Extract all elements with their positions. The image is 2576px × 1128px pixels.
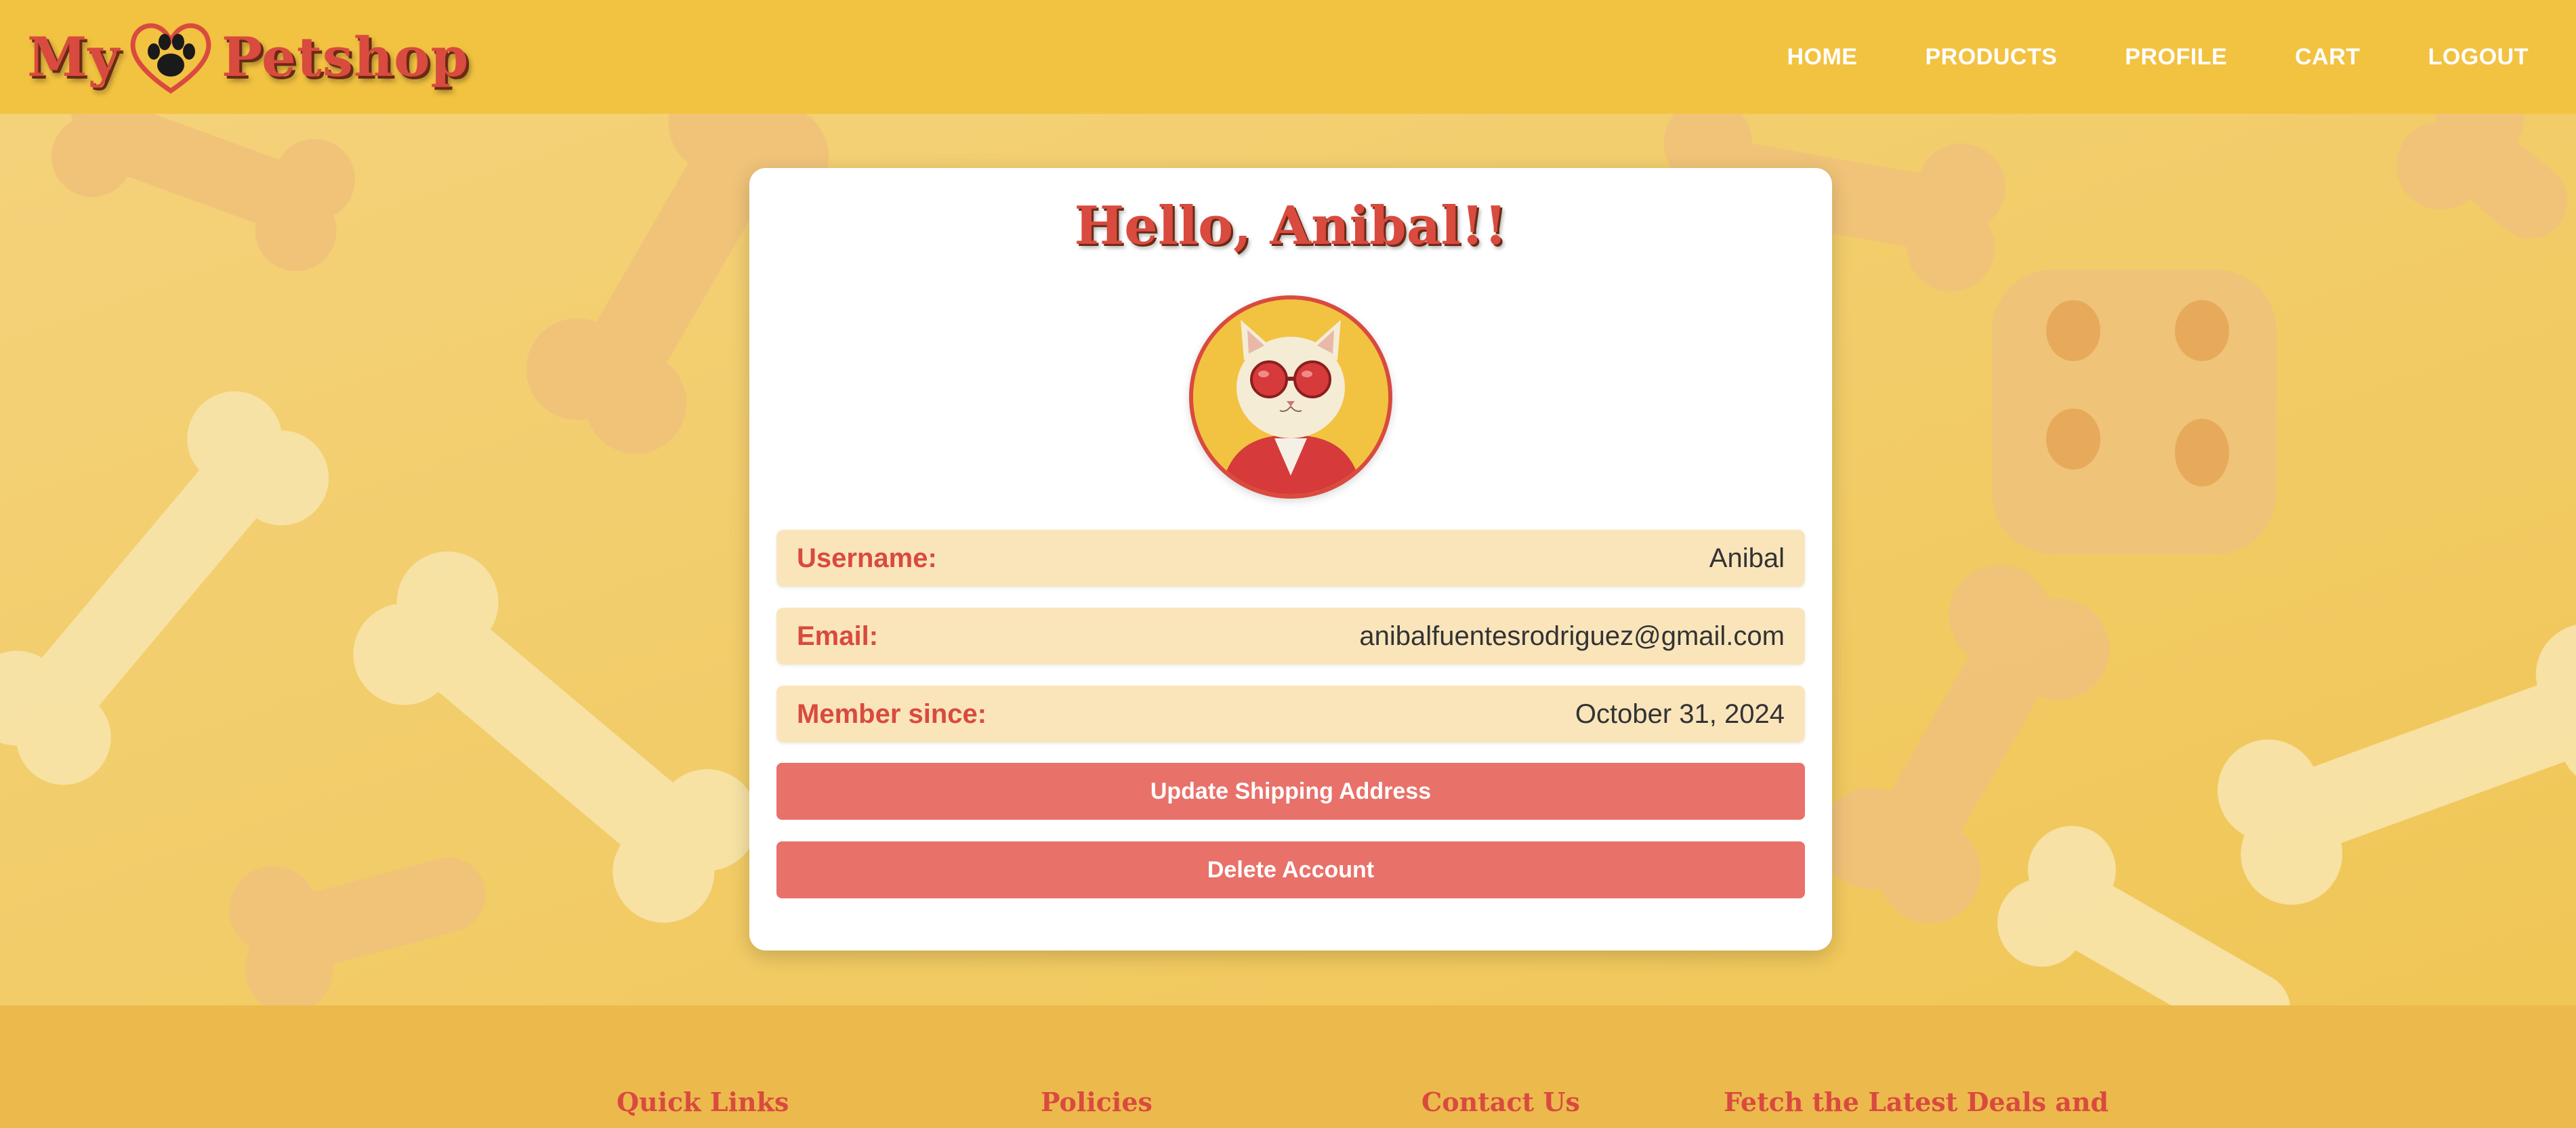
nav-logout[interactable]: LOGOUT bbox=[2428, 44, 2529, 70]
username-label: Username: bbox=[797, 543, 937, 573]
email-label: Email: bbox=[797, 621, 879, 651]
user-avatar bbox=[1189, 295, 1392, 499]
nav-profile[interactable]: PROFILE bbox=[2125, 44, 2227, 70]
greeting-title: Hello, Anibal!! bbox=[1074, 195, 1508, 257]
site-logo[interactable]: My Petshop bbox=[27, 0, 469, 114]
site-header: My Petshop HOME PRODUCTS PROFILE CART LO… bbox=[0, 0, 2576, 114]
member-since-row: Member since: October 31, 2024 bbox=[776, 686, 1805, 743]
delete-account-button[interactable]: Delete Account bbox=[776, 841, 1805, 898]
username-row: Username: Anibal bbox=[776, 530, 1805, 587]
username-value: Anibal bbox=[1709, 543, 1785, 573]
email-row: Email: anibalfuentesrodriguez@gmail.com bbox=[776, 608, 1805, 665]
member-since-value: October 31, 2024 bbox=[1575, 698, 1785, 729]
heart-paw-icon bbox=[130, 23, 211, 94]
profile-card: Hello, Anibal!! Username: Anibal Email: … bbox=[749, 168, 1832, 951]
member-since-label: Member since: bbox=[797, 698, 987, 729]
footer-policies-title: Policies bbox=[1041, 1087, 1152, 1117]
update-shipping-address-button[interactable]: Update Shipping Address bbox=[776, 763, 1805, 820]
footer-quick-links-title: Quick Links bbox=[617, 1087, 789, 1117]
email-value: anibalfuentesrodriguez@gmail.com bbox=[1359, 621, 1785, 651]
nav-home[interactable]: HOME bbox=[1787, 44, 1857, 70]
logo-text-petshop: Petshop bbox=[222, 25, 470, 89]
nav-cart[interactable]: CART bbox=[2295, 44, 2360, 70]
logo-text-my: My bbox=[27, 25, 121, 89]
cat-with-sunglasses-avatar bbox=[1193, 299, 1388, 495]
nav-products[interactable]: PRODUCTS bbox=[1925, 44, 2057, 70]
site-footer: Quick Links Policies Contact Us Fetch th… bbox=[0, 1005, 2576, 1128]
footer-contact-title: Contact Us bbox=[1421, 1087, 1580, 1117]
main-nav: HOME PRODUCTS PROFILE CART LOGOUT bbox=[1787, 44, 2549, 70]
footer-deals-title: Fetch the Latest Deals and bbox=[1724, 1087, 2109, 1117]
